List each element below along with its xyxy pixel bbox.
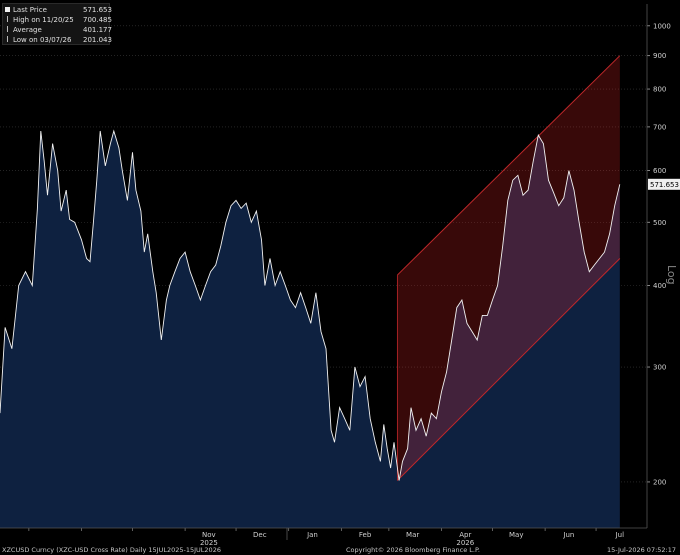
legend-label: Low on 03/07/26 bbox=[13, 36, 72, 44]
legend-square-icon bbox=[5, 7, 10, 12]
legend-value: 201.043 bbox=[83, 36, 112, 44]
legend-value: 700.485 bbox=[83, 16, 112, 24]
legend-row-high: High on 11/20/25 700.485 bbox=[5, 15, 112, 25]
price-chart: 200 300 400 500 600 700 800 900 1000 Log Nov Dec Ja… bbox=[0, 0, 680, 555]
legend-row-average: Average 401.177 bbox=[5, 25, 112, 35]
legend-label: High on 11/20/25 bbox=[13, 16, 74, 24]
x-tick-label: Feb bbox=[359, 531, 372, 539]
y-tick-label: 700 bbox=[653, 123, 666, 131]
y-tick-label: 400 bbox=[653, 282, 666, 290]
legend-tick-icon bbox=[7, 26, 8, 32]
footer-security-description: XZCUSD Curncy (XZC-USD Cross Rate) Daily… bbox=[2, 546, 221, 554]
legend-label: Last Price bbox=[13, 6, 47, 14]
x-tick-label: Jan bbox=[306, 531, 318, 539]
y-tick-label: 300 bbox=[653, 364, 666, 372]
y-tick-label: 900 bbox=[653, 52, 666, 60]
legend-value: 401.177 bbox=[83, 26, 112, 34]
y-tick-label: 1000 bbox=[653, 22, 671, 30]
x-tick-label: Nov bbox=[202, 531, 216, 539]
x-tick-label: Dec bbox=[253, 531, 267, 539]
x-tick-label: Jun bbox=[562, 531, 574, 539]
x-tick-label: Jul bbox=[615, 531, 625, 539]
legend-value: 571.653 bbox=[83, 6, 112, 14]
legend-row-last-price: Last Price 571.653 bbox=[5, 5, 112, 15]
y-tick-label: 200 bbox=[653, 478, 666, 486]
legend: Last Price 571.653 High on 11/20/25 700.… bbox=[2, 3, 112, 45]
last-price-label: 571.653 bbox=[650, 181, 679, 189]
y-tick-label: 800 bbox=[653, 86, 666, 94]
y-tick-label: 500 bbox=[653, 219, 666, 227]
x-tick-label: Apr bbox=[459, 531, 471, 539]
legend-tick-icon bbox=[7, 36, 8, 42]
y-axis-scale-label: Log bbox=[665, 265, 678, 285]
footer-timestamp: 15-Jul-2026 07:52:17 bbox=[607, 546, 676, 554]
y-tick-label: 600 bbox=[653, 167, 666, 175]
x-tick-label: Mar bbox=[406, 531, 419, 539]
footer-copyright: Copyright© 2026 Bloomberg Finance L.P. bbox=[346, 546, 480, 554]
legend-label: Average bbox=[13, 26, 42, 34]
legend-tick-icon bbox=[7, 16, 8, 22]
legend-row-low: Low on 03/07/26 201.043 bbox=[5, 35, 112, 45]
x-tick-label: May bbox=[509, 531, 523, 539]
